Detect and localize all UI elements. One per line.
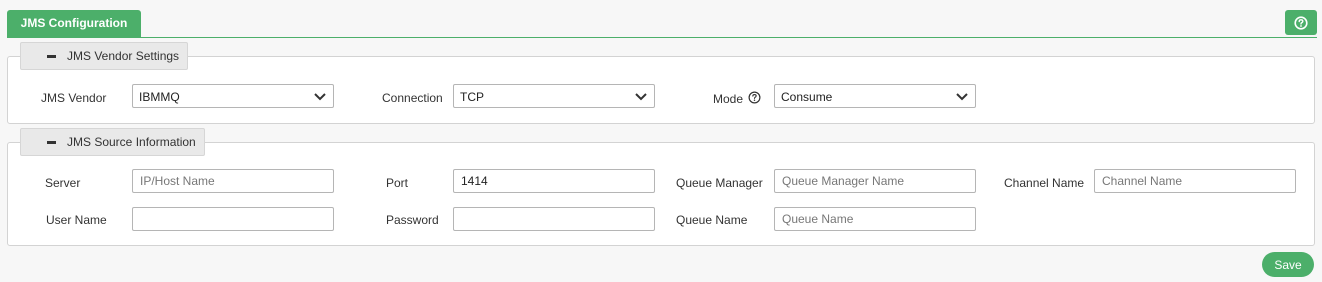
port-label: Port [386,176,409,190]
jms-vendor-label: JMS Vendor [41,91,107,105]
help-button[interactable] [1285,10,1317,35]
help-circle-icon[interactable] [748,91,761,104]
server-label: Server [45,176,81,190]
user-name-label: User Name [46,213,107,227]
connection-label: Connection [382,91,443,105]
mode-value: Consume [781,90,833,104]
save-button[interactable]: Save [1262,252,1314,277]
queue-manager-label: Queue Manager [676,176,763,190]
collapse-icon [47,141,56,144]
user-name-input[interactable] [132,207,334,231]
top-bar: JMS Configuration [7,10,1317,38]
chevron-down-icon [635,93,647,101]
help-circle-icon [1294,15,1308,30]
port-input[interactable] [453,169,655,193]
jms-vendor-value: IBMMQ [139,90,180,104]
section-title: JMS Source Information [67,135,196,149]
chevron-down-icon [956,93,968,101]
jms-vendor-settings-section: JMS Vendor Settings JMS Vendor IBMMQ Con… [7,42,1315,124]
connection-select[interactable]: TCP [453,84,655,108]
queue-name-input[interactable] [774,207,976,231]
jms-source-information-section: JMS Source Information Server Port Queue… [7,128,1315,246]
queue-manager-input[interactable] [774,169,976,193]
section-toggle-source[interactable]: JMS Source Information [20,128,205,156]
collapse-icon [47,55,56,58]
section-title: JMS Vendor Settings [67,49,180,63]
queue-name-label: Queue Name [676,213,748,227]
channel-name-label: Channel Name [1004,176,1085,190]
jms-vendor-select[interactable]: IBMMQ [132,84,334,108]
channel-name-input[interactable] [1094,169,1296,193]
password-input[interactable] [453,207,655,231]
section-toggle-vendor[interactable]: JMS Vendor Settings [20,42,189,70]
connection-value: TCP [460,90,484,104]
password-label: Password [386,213,439,227]
mode-select[interactable]: Consume [774,84,976,108]
mode-label: Mode [713,92,744,106]
server-input[interactable] [132,169,334,193]
chevron-down-icon [314,93,326,101]
tab-jms-configuration[interactable]: JMS Configuration [7,10,141,37]
